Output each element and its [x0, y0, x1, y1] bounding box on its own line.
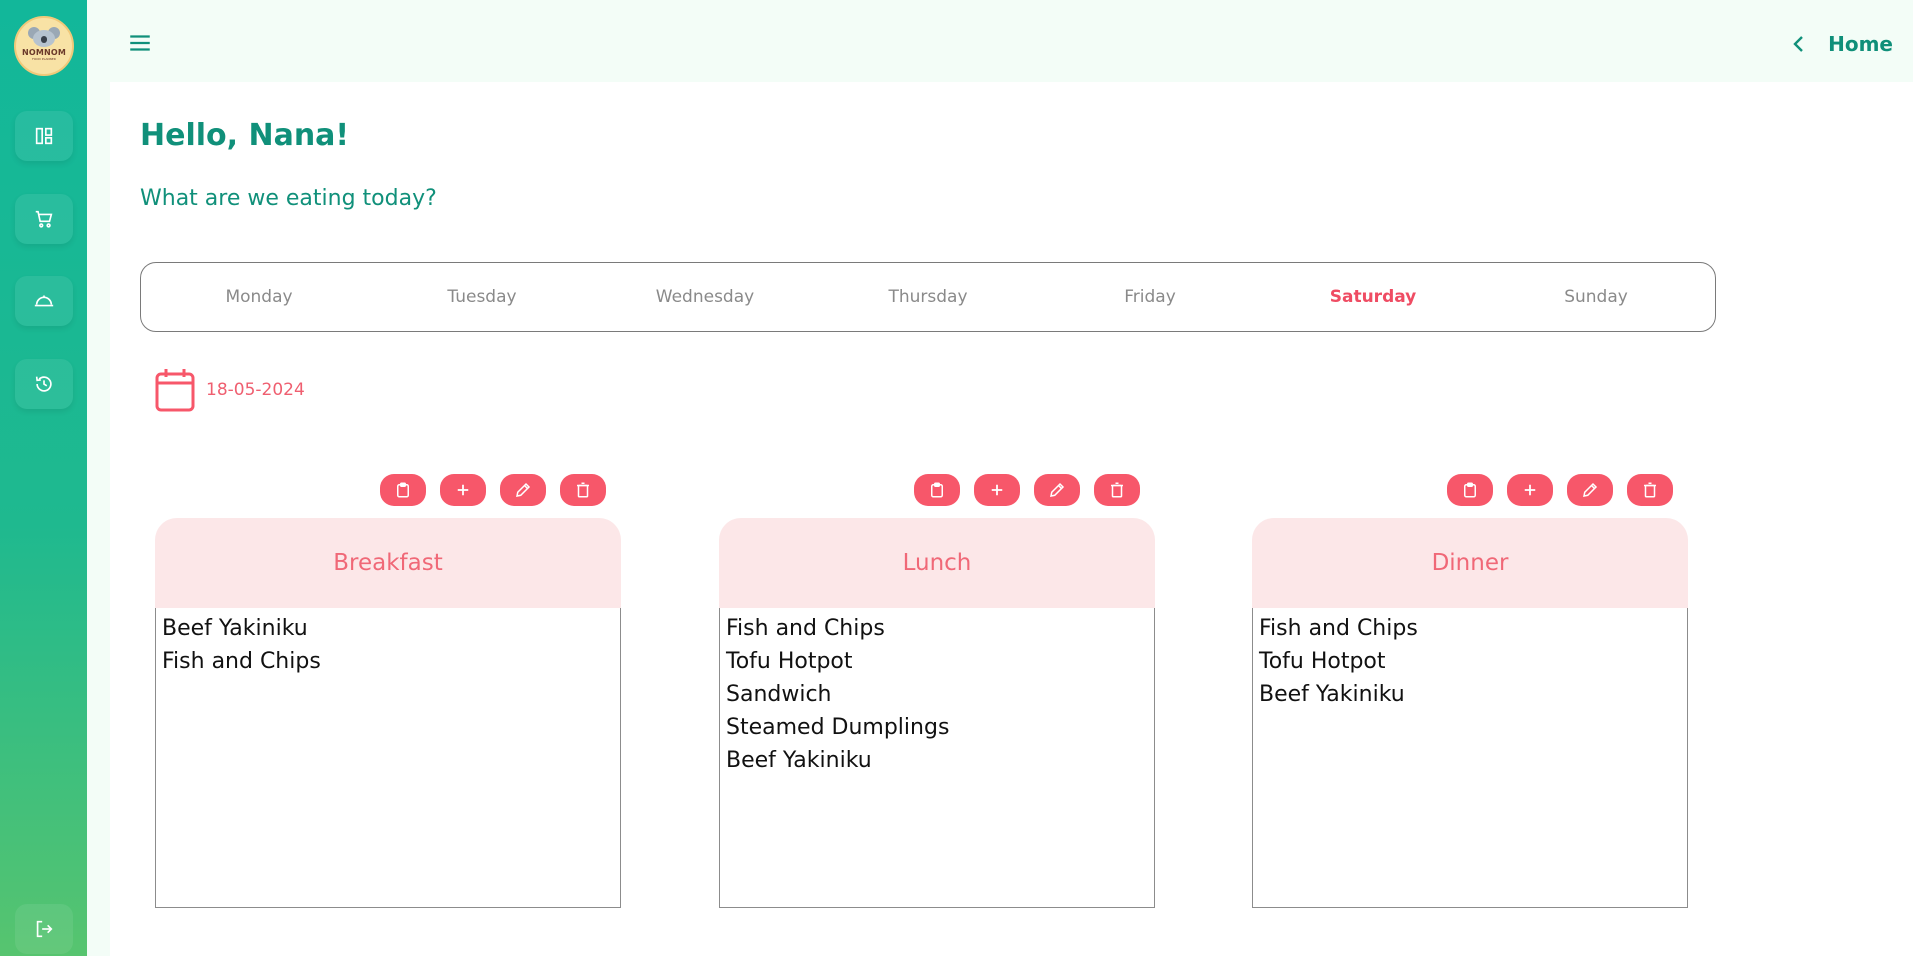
- list-item[interactable]: Steamed Dumplings: [726, 711, 1148, 744]
- delete-button[interactable]: [1094, 474, 1140, 506]
- cart-icon: [35, 210, 53, 228]
- delete-button[interactable]: [1627, 474, 1673, 506]
- chevron-left-icon: [1793, 36, 1803, 52]
- history-icon: [35, 376, 52, 392]
- copy-button[interactable]: [1447, 474, 1493, 506]
- trash-icon: [1644, 482, 1656, 498]
- copy-button[interactable]: [914, 474, 960, 506]
- selected-date: 18-05-2024: [206, 380, 305, 400]
- edit-button[interactable]: [500, 474, 546, 506]
- meal-actions: [1447, 474, 1673, 506]
- list-item[interactable]: Tofu Hotpot: [726, 645, 1148, 678]
- sidebar: NOMNOM FOOD PLANNER: [0, 0, 87, 956]
- meal-card-lunch: Lunch Fish and Chips Tofu Hotpot Sandwic…: [719, 474, 1155, 908]
- app-logo[interactable]: NOMNOM FOOD PLANNER: [14, 16, 74, 76]
- main-panel: Hello, Nana! What are we eating today? M…: [110, 82, 1913, 956]
- tab-wednesday[interactable]: Wednesday: [625, 263, 785, 331]
- plus-icon: [991, 484, 1003, 496]
- meal-card-dinner: Dinner Fish and Chips Tofu Hotpot Beef Y…: [1252, 474, 1688, 908]
- calendar-icon: [155, 369, 195, 412]
- list-item[interactable]: Fish and Chips: [162, 645, 614, 678]
- meal-list: Fish and Chips Tofu Hotpot Beef Yakiniku: [1252, 608, 1688, 908]
- trash-icon: [1111, 482, 1123, 498]
- meal-list: Fish and Chips Tofu Hotpot Sandwich Stea…: [719, 608, 1155, 908]
- logout-icon: [36, 920, 53, 938]
- day-selector: Monday Tuesday Wednesday Thursday Friday…: [140, 262, 1716, 332]
- meal-actions: [914, 474, 1140, 506]
- clipboard-icon: [931, 482, 943, 498]
- logo-text: NOMNOM: [21, 48, 67, 57]
- home-label: Home: [1828, 32, 1893, 56]
- meal-title: Dinner: [1252, 518, 1688, 608]
- pencil-icon: [1583, 482, 1598, 497]
- sidebar-item-cart[interactable]: [15, 194, 73, 244]
- meal-list: Beef Yakiniku Fish and Chips: [155, 608, 621, 908]
- list-item[interactable]: Fish and Chips: [726, 612, 1148, 645]
- add-button[interactable]: [1507, 474, 1553, 506]
- page-subtitle: What are we eating today?: [140, 186, 437, 211]
- list-item[interactable]: Tofu Hotpot: [1259, 645, 1681, 678]
- meal-title: Breakfast: [155, 518, 621, 608]
- list-item[interactable]: Beef Yakiniku: [1259, 678, 1681, 711]
- tab-thursday[interactable]: Thursday: [848, 263, 1008, 331]
- pencil-icon: [516, 482, 531, 497]
- sidebar-item-history[interactable]: [15, 359, 73, 409]
- logout-button[interactable]: [15, 904, 73, 954]
- tab-saturday[interactable]: Saturday: [1293, 263, 1453, 331]
- cloche-icon: [34, 295, 54, 307]
- clipboard-icon: [397, 482, 409, 498]
- list-item[interactable]: Beef Yakiniku: [726, 744, 1148, 777]
- sidebar-item-dashboard[interactable]: [15, 111, 73, 161]
- meal-actions: [380, 474, 606, 506]
- edit-button[interactable]: [1034, 474, 1080, 506]
- tab-monday[interactable]: Monday: [179, 263, 339, 331]
- plus-icon: [457, 484, 469, 496]
- dashboard-icon: [35, 127, 53, 145]
- date-picker[interactable]: 18-05-2024: [154, 366, 305, 414]
- page-title: Hello, Nana!: [140, 118, 350, 153]
- tab-friday[interactable]: Friday: [1070, 263, 1230, 331]
- copy-button[interactable]: [380, 474, 426, 506]
- plus-icon: [1524, 484, 1536, 496]
- meal-card-breakfast: Breakfast Beef Yakiniku Fish and Chips: [155, 474, 621, 908]
- add-button[interactable]: [974, 474, 1020, 506]
- list-item[interactable]: Beef Yakiniku: [162, 612, 614, 645]
- edit-button[interactable]: [1567, 474, 1613, 506]
- tab-tuesday[interactable]: Tuesday: [402, 263, 562, 331]
- top-bar: Home: [87, 0, 1913, 82]
- clipboard-icon: [1464, 482, 1476, 498]
- trash-icon: [577, 482, 589, 498]
- meal-title: Lunch: [719, 518, 1155, 608]
- pencil-icon: [1050, 482, 1065, 497]
- list-item[interactable]: Sandwich: [726, 678, 1148, 711]
- logo-tagline: FOOD PLANNER: [32, 57, 56, 61]
- tab-sunday[interactable]: Sunday: [1516, 263, 1676, 331]
- koala-icon: [28, 27, 60, 47]
- delete-button[interactable]: [560, 474, 606, 506]
- sidebar-item-meals[interactable]: [15, 276, 73, 326]
- add-button[interactable]: [440, 474, 486, 506]
- menu-icon[interactable]: [127, 30, 153, 56]
- list-item[interactable]: Fish and Chips: [1259, 612, 1681, 645]
- home-link[interactable]: Home: [1792, 30, 1893, 58]
